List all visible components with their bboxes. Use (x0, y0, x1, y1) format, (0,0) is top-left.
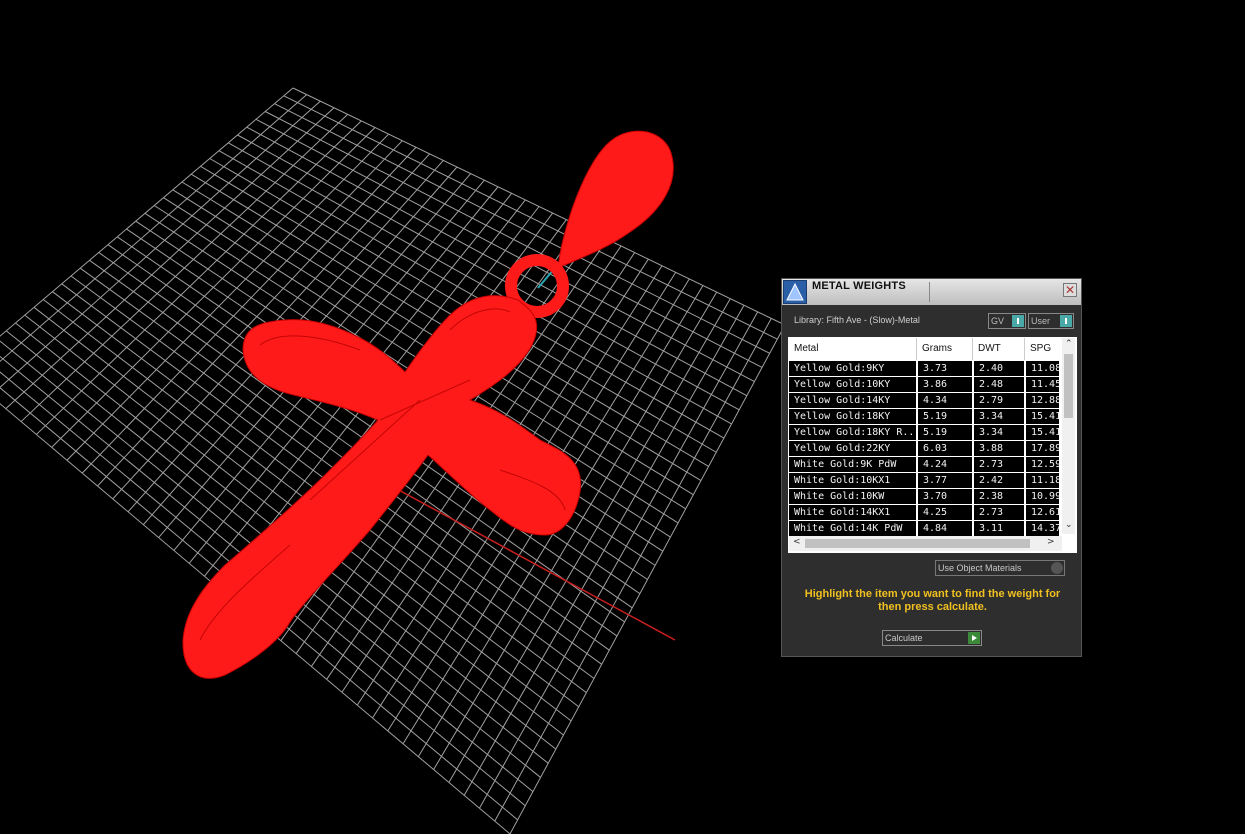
scroll-left-icon[interactable]: < (793, 537, 801, 547)
spg-cell: 11.18 (1026, 473, 1059, 488)
user-toggle-label: User (1031, 316, 1051, 326)
grams-cell: 3.77 (918, 473, 972, 488)
grams-cell: 5.19 (918, 425, 972, 440)
grams-cell: 3.73 (918, 361, 972, 376)
gv-toggle-label: GV (991, 316, 1005, 326)
spg-cell: 15.41 (1026, 425, 1059, 440)
dwt-cell: 2.42 (974, 473, 1024, 488)
metal-table[interactable]: Metal Grams DWT SPG Yellow Gold:9KY 3.73 2… (788, 337, 1077, 553)
calculate-label: Calculate (885, 633, 923, 643)
metal-cell: Yellow Gold:22KY (789, 441, 916, 456)
vertical-scroll-thumb[interactable] (1064, 354, 1073, 418)
spg-cell: 14.37 (1026, 521, 1059, 536)
horizontal-scrollbar[interactable]: < > (789, 536, 1062, 551)
table-row[interactable]: Yellow Gold:18KY R... 5.19 3.34 15.41 (789, 425, 1059, 441)
dwt-cell: 2.73 (974, 457, 1024, 472)
grams-cell: 3.70 (918, 489, 972, 504)
table-row[interactable]: White Gold:14K PdW 4.84 3.11 14.37 (789, 521, 1059, 537)
metal-cell: Yellow Gold:10KY (789, 377, 916, 392)
metal-cell: White Gold:10KX1 (789, 473, 916, 488)
metal-cell: Yellow Gold:9KY (789, 361, 916, 376)
dwt-cell: 2.73 (974, 505, 1024, 520)
metal-cell: White Gold:14K PdW (789, 521, 916, 536)
pendant-bail (557, 130, 674, 269)
gv-toggle[interactable]: GV (988, 313, 1026, 329)
table-row[interactable]: White Gold:10KX1 3.77 2.42 11.18 (789, 473, 1059, 489)
library-label: Library: Fifth Ave - (Slow)-Metal (794, 315, 920, 325)
grams-cell: 5.19 (918, 409, 972, 424)
column-header-dwt[interactable]: DWT (973, 338, 1025, 360)
spg-cell: 12.61 (1026, 505, 1059, 520)
grams-cell: 4.24 (918, 457, 972, 472)
horizontal-scroll-thumb[interactable] (805, 539, 1030, 548)
grid-line (494, 318, 772, 822)
dwt-cell: 2.40 (974, 361, 1024, 376)
table-row[interactable]: White Gold:14KX1 4.25 2.73 12.61 (789, 505, 1059, 521)
close-button[interactable]: ✕ (1063, 283, 1077, 297)
scroll-up-icon[interactable]: ⌃ (1065, 339, 1073, 349)
metal-cell: White Gold:9K PdW (789, 457, 916, 472)
dwt-cell: 3.88 (974, 441, 1024, 456)
spg-cell: 12.88 (1026, 393, 1059, 408)
table-row[interactable]: White Gold:10KW 3.70 2.38 10.99 (789, 489, 1059, 505)
table-row[interactable]: Yellow Gold:18KY 5.19 3.34 15.41 (789, 409, 1059, 425)
grams-cell: 4.34 (918, 393, 972, 408)
radio-icon (1051, 562, 1063, 574)
spg-cell: 15.41 (1026, 409, 1059, 424)
dwt-cell: 2.38 (974, 489, 1024, 504)
spg-cell: 10.99 (1026, 489, 1059, 504)
user-toggle-switch-icon (1060, 315, 1072, 327)
column-header-metal[interactable]: Metal (789, 338, 917, 360)
user-toggle[interactable]: User (1028, 313, 1074, 329)
dwt-cell: 3.11 (974, 521, 1024, 536)
metal-cell: Yellow Gold:18KY (789, 409, 916, 424)
dwt-cell: 3.34 (974, 409, 1024, 424)
metal-cell: White Gold:14KX1 (789, 505, 916, 520)
table-row[interactable]: White Gold:9K PdW 4.24 2.73 12.59 (789, 457, 1059, 473)
table-row[interactable]: Yellow Gold:9KY 3.73 2.40 11.08 (789, 361, 1059, 377)
dwt-cell: 2.79 (974, 393, 1024, 408)
grams-cell: 6.03 (918, 441, 972, 456)
panel-title: METAL WEIGHTS (812, 280, 906, 292)
grams-cell: 4.25 (918, 505, 972, 520)
metal-weights-panel: METAL WEIGHTS ✕ Library: Fifth Ave - (Sl… (781, 278, 1082, 657)
metal-cell: White Gold:10KW (789, 489, 916, 504)
table-row[interactable]: Yellow Gold:10KY 3.86 2.48 11.45 (789, 377, 1059, 393)
metal-cell: Yellow Gold:14KY (789, 393, 916, 408)
panel-titlebar[interactable]: METAL WEIGHTS ✕ (782, 279, 1081, 305)
table-header: Metal Grams DWT SPG (789, 338, 1059, 360)
metal-cell: Yellow Gold:18KY R... (789, 425, 916, 440)
grid-line (479, 311, 759, 809)
play-arrow-icon (968, 632, 980, 644)
use-object-materials-label: Use Object Materials (938, 563, 1022, 573)
grams-cell: 4.84 (918, 521, 972, 536)
dwt-cell: 2.48 (974, 377, 1024, 392)
grid-line (509, 324, 786, 834)
table-body: Yellow Gold:9KY 3.73 2.40 11.08 Yellow Gold… (789, 361, 1059, 537)
instruction-text: Highlight the item you want to find the … (804, 588, 1061, 613)
use-object-materials-toggle[interactable]: Use Object Materials (935, 560, 1065, 576)
title-divider (929, 282, 930, 302)
scroll-right-icon[interactable]: > (1047, 537, 1055, 547)
spg-cell: 17.89 (1026, 441, 1059, 456)
spg-cell: 11.08 (1026, 361, 1059, 376)
dwt-cell: 3.34 (974, 425, 1024, 440)
grid-line (463, 305, 745, 796)
scroll-down-icon[interactable]: ⌄ (1065, 520, 1073, 530)
grams-cell: 3.86 (918, 377, 972, 392)
table-row[interactable]: Yellow Gold:14KY 4.34 2.79 12.88 (789, 393, 1059, 409)
vertical-scrollbar[interactable]: ⌃ ⌄ (1062, 338, 1075, 534)
calculate-button[interactable]: Calculate (882, 630, 982, 646)
gv-toggle-switch-icon (1012, 315, 1024, 327)
table-row[interactable]: Yellow Gold:22KY 6.03 3.88 17.89 (789, 441, 1059, 457)
spg-cell: 12.59 (1026, 457, 1059, 472)
column-header-grams[interactable]: Grams (917, 338, 973, 360)
spg-cell: 11.45 (1026, 377, 1059, 392)
column-header-spg[interactable]: SPG (1025, 338, 1059, 360)
app-logo-icon (783, 280, 807, 304)
